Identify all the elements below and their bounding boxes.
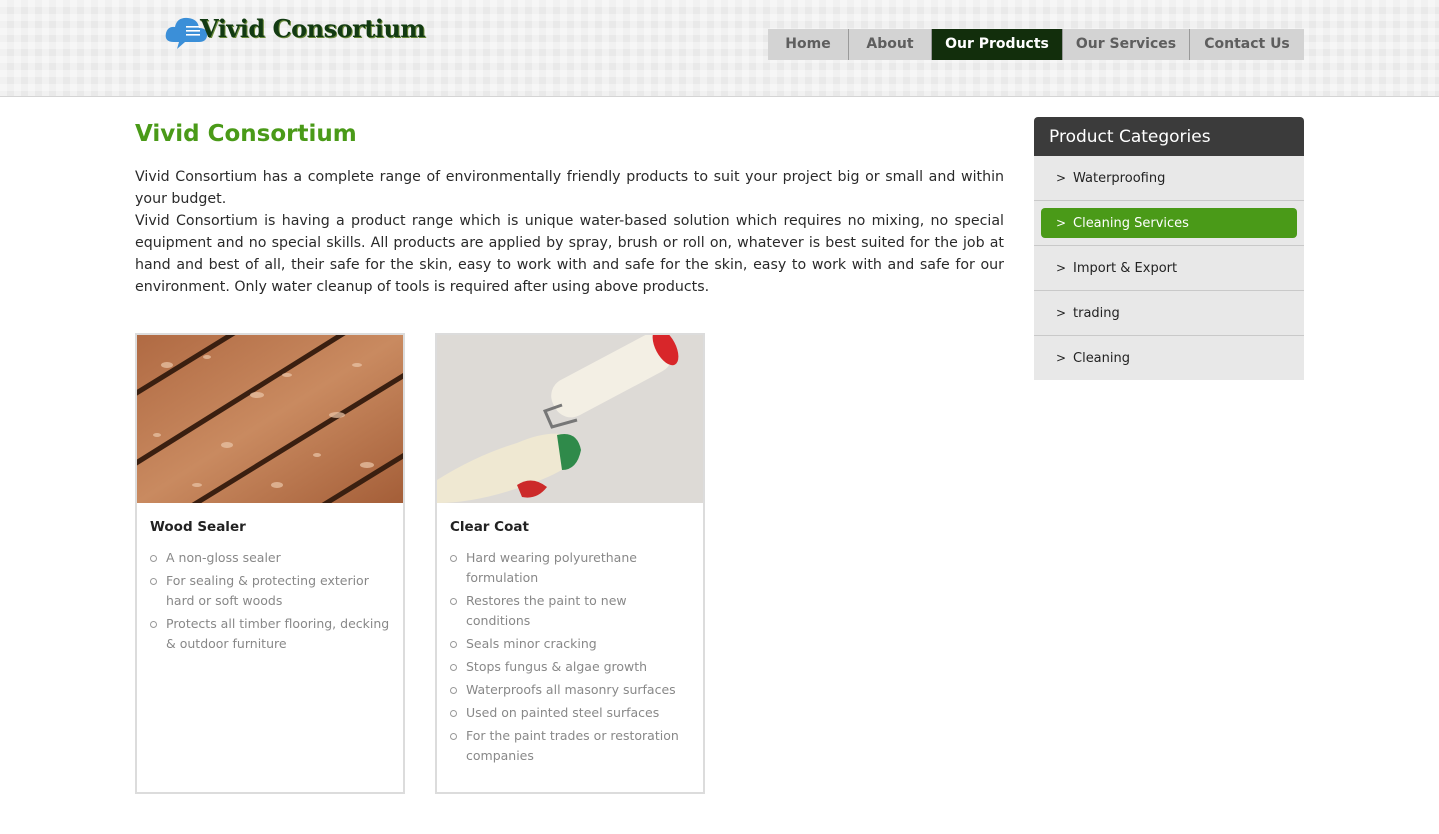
sidebar-title: Product Categories	[1034, 117, 1304, 156]
site-header: Vivid Consortium Home About Our Products…	[0, 0, 1439, 97]
category-import-export[interactable]: > Import & Export	[1034, 246, 1304, 291]
chevron-right-icon: >	[1056, 306, 1067, 320]
feature-item: Stops fungus & algae growth	[450, 657, 690, 677]
category-cleaning-services[interactable]: > Cleaning Services	[1034, 201, 1304, 246]
category-trading[interactable]: > trading	[1034, 291, 1304, 336]
nav-our-services[interactable]: Our Services	[1063, 29, 1190, 60]
category-link: > trading	[1041, 298, 1297, 328]
category-label: Cleaning Services	[1073, 215, 1189, 231]
category-link: > Waterproofing	[1041, 163, 1297, 193]
category-link: > Import & Export	[1041, 253, 1297, 283]
chevron-right-icon: >	[1056, 351, 1067, 365]
category-label: Import & Export	[1073, 260, 1178, 276]
feature-item: Restores the paint to new conditions	[450, 591, 690, 631]
nav-contact-us[interactable]: Contact Us	[1190, 29, 1304, 60]
chevron-right-icon: >	[1056, 261, 1067, 275]
feature-item: A non-gloss sealer	[150, 548, 390, 568]
chevron-right-icon: >	[1056, 216, 1067, 230]
feature-item: Used on painted steel surfaces	[450, 703, 690, 723]
product-name: Wood Sealer	[150, 519, 246, 535]
main-nav: Home About Our Products Our Services Con…	[768, 29, 1304, 60]
category-cleaning[interactable]: > Cleaning	[1034, 336, 1304, 380]
product-card-wood-sealer[interactable]: Wood Sealer A non-gloss sealer For seali…	[135, 333, 405, 794]
feature-list: A non-gloss sealer For sealing & protect…	[150, 548, 390, 657]
feature-item: Hard wearing polyurethane formulation	[450, 548, 690, 588]
category-label: trading	[1073, 305, 1120, 321]
chevron-right-icon: >	[1056, 171, 1067, 185]
wood-sealer-image	[137, 335, 403, 503]
nav-our-products[interactable]: Our Products	[932, 29, 1063, 60]
intro-paragraph-2: Vivid Consortium is having a product ran…	[135, 213, 1004, 295]
category-list: > Waterproofing > Cleaning Services > Im…	[1034, 156, 1304, 380]
product-categories-sidebar: Product Categories > Waterproofing > Cle…	[1034, 117, 1304, 380]
nav-about[interactable]: About	[849, 29, 932, 60]
nav-home[interactable]: Home	[768, 29, 849, 60]
product-name: Clear Coat	[450, 519, 529, 535]
category-label: Waterproofing	[1073, 170, 1166, 186]
category-waterproofing[interactable]: > Waterproofing	[1034, 156, 1304, 201]
feature-item: For the paint trades or restoration comp…	[450, 726, 690, 766]
feature-item: Protects all timber flooring, decking & …	[150, 614, 390, 654]
logo-text: Vivid Consortium	[200, 14, 426, 43]
category-link: > Cleaning	[1041, 343, 1297, 373]
clear-coat-image	[437, 335, 703, 503]
category-link: > Cleaning Services	[1041, 208, 1297, 238]
product-card-clear-coat[interactable]: Clear Coat Hard wearing polyurethane for…	[435, 333, 705, 794]
feature-item: Waterproofs all masonry surfaces	[450, 680, 690, 700]
feature-item: For sealing & protecting exterior hard o…	[150, 571, 390, 611]
feature-item: Seals minor cracking	[450, 634, 690, 654]
intro-text: Vivid Consortium has a complete range of…	[135, 166, 1004, 298]
category-label: Cleaning	[1073, 350, 1130, 366]
intro-paragraph-1: Vivid Consortium has a complete range of…	[135, 169, 1004, 207]
page-title: Vivid Consortium	[135, 121, 357, 147]
site-logo[interactable]: Vivid Consortium	[164, 10, 426, 54]
feature-list: Hard wearing polyurethane formulation Re…	[450, 548, 690, 769]
